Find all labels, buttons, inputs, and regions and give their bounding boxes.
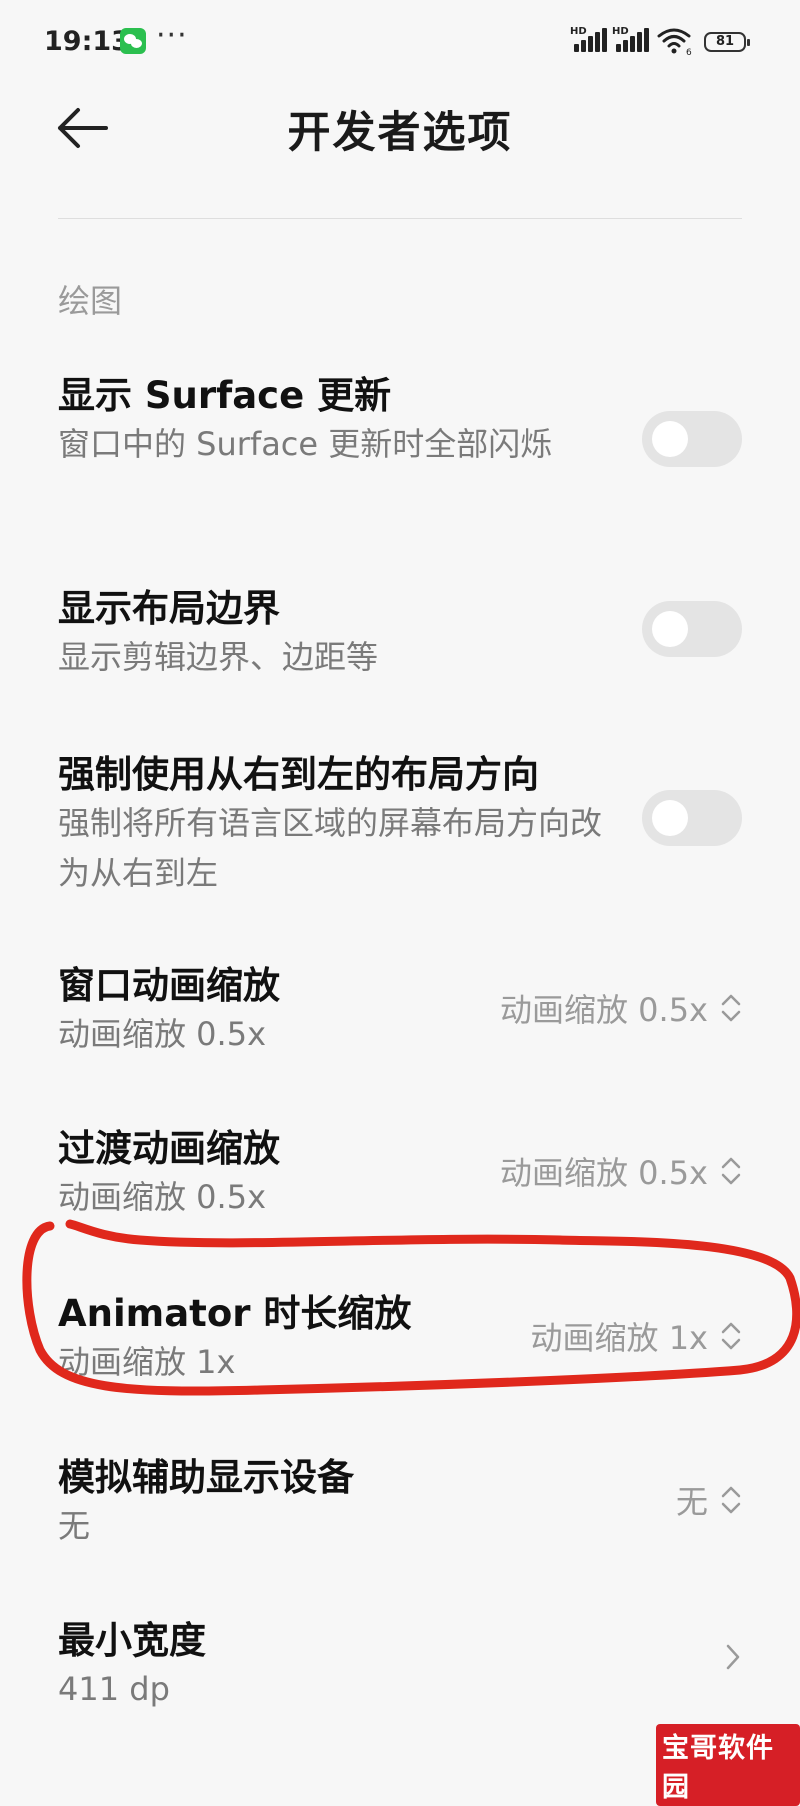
up-down-chevron-icon xyxy=(721,1322,741,1350)
force-rtl-layout-toggle[interactable] xyxy=(642,790,742,846)
show-surface-updates-toggle[interactable] xyxy=(642,411,742,467)
wifi-icon: 6 xyxy=(657,28,692,56)
setting-title: 显示 Surface 更新 xyxy=(58,374,392,417)
up-down-chevron-icon xyxy=(721,994,741,1022)
setting-title: 显示布局边界 xyxy=(58,587,280,630)
selected-value: 无 xyxy=(675,1483,708,1521)
watermark: 宝哥软件园 xyxy=(656,1724,800,1806)
signal-strength-icon: HD xyxy=(570,26,610,54)
window-animation-scale-selector[interactable]: 动画缩放 0.5x xyxy=(500,985,742,1031)
animator-duration-scale-selector[interactable]: 动画缩放 1x xyxy=(531,1313,742,1359)
setting-description: 显示剪辑边界、边距等 xyxy=(58,638,379,676)
setting-title: 最小宽度 xyxy=(58,1619,206,1662)
selected-value: 动画缩放 1x xyxy=(530,1319,708,1357)
selected-value: 动画缩放 0.5x xyxy=(499,1154,708,1192)
setting-description: 强制将所有语言区域的屏幕布局方向改为从右到左 xyxy=(58,804,603,892)
up-down-chevron-icon xyxy=(721,1157,741,1185)
status-time: 19:13 xyxy=(44,26,130,57)
setting-force-rtl-layout[interactable]: 强制使用从右到左的布局方向 强制将所有语言区域的屏幕布局方向改为从右到左 xyxy=(58,744,618,898)
chevron-right-icon[interactable] xyxy=(724,1640,742,1674)
battery-indicator: 81 xyxy=(704,32,750,52)
show-layout-bounds-toggle[interactable] xyxy=(642,601,742,657)
selected-value: 动画缩放 0.5x xyxy=(499,991,708,1029)
hd-label: HD xyxy=(612,26,629,37)
wifi-badge: 6 xyxy=(686,48,692,56)
setting-smallest-width[interactable]: 最小宽度 411 dp xyxy=(58,1610,618,1714)
page-title: 开发者选项 xyxy=(287,108,513,158)
section-label-drawing: 绘图 xyxy=(58,282,123,320)
transition-animation-scale-selector[interactable]: 动画缩放 0.5x xyxy=(500,1148,742,1194)
header-divider xyxy=(58,218,742,219)
setting-title: 模拟辅助显示设备 xyxy=(58,1456,354,1499)
more-notifications-icon: ··· xyxy=(156,18,188,53)
setting-show-surface-updates[interactable]: 显示 Surface 更新 窗口中的 Surface 更新时全部闪烁 xyxy=(58,365,618,469)
simulate-secondary-displays-selector[interactable]: 无 xyxy=(676,1477,742,1523)
hd-label: HD xyxy=(570,26,587,37)
signal-strength-icon-2: HD xyxy=(612,26,652,54)
setting-simulate-secondary-displays[interactable]: 模拟辅助显示设备 无 xyxy=(58,1447,618,1551)
setting-description: 窗口中的 Surface 更新时全部闪烁 xyxy=(58,425,553,463)
setting-description: 无 xyxy=(58,1507,91,1545)
up-down-chevron-icon xyxy=(721,1486,741,1514)
wechat-notification-icon xyxy=(120,28,146,54)
setting-show-layout-bounds[interactable]: 显示布局边界 显示剪辑边界、边距等 xyxy=(58,578,618,682)
setting-title: 强制使用从右到左的布局方向 xyxy=(58,753,539,796)
setting-description: 411 dp xyxy=(58,1670,170,1708)
